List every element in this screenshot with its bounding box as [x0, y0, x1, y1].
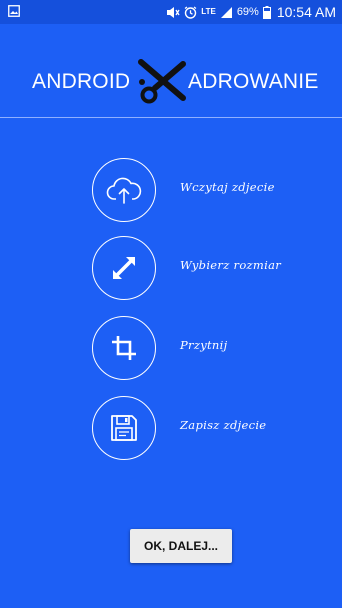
choose-size-item[interactable]: Wybierz rozmiar	[92, 236, 322, 302]
crop-icon	[112, 336, 136, 360]
choose-size-label[interactable]: Wybierz rozmiar	[180, 258, 281, 272]
upload-cloud-icon	[106, 177, 142, 204]
scissors-icon	[138, 59, 186, 104]
choose-size-button[interactable]	[92, 236, 156, 300]
battery-percent: 69%	[236, 6, 259, 18]
crop-button[interactable]	[92, 316, 156, 380]
resize-arrows-icon	[113, 257, 135, 279]
save-photo-label[interactable]: Zapisz zdjecie	[180, 418, 266, 432]
save-floppy-icon	[111, 415, 137, 441]
save-photo-button[interactable]	[92, 396, 156, 460]
ok-next-button[interactable]: OK, DALEJ...	[130, 529, 232, 563]
mute-icon	[167, 6, 180, 18]
signal-strength-icon	[220, 6, 232, 18]
logo-text-left: ANDROID	[32, 70, 131, 93]
status-icons: LTE 69% 10:54 AM	[166, 0, 336, 24]
logo-text-right: ADROWANIE	[188, 70, 319, 93]
status-bar: LTE 69% 10:54 AM	[0, 0, 342, 24]
load-photo-button[interactable]	[92, 158, 156, 222]
app-logo: ANDROID ADROWANIE	[0, 58, 342, 108]
battery-icon	[262, 5, 271, 19]
crop-item[interactable]: Przytnij	[92, 316, 322, 382]
crop-label[interactable]: Przytnij	[180, 338, 227, 352]
load-photo-label[interactable]: Wczytaj zdjecie	[180, 180, 275, 194]
load-photo-item[interactable]: Wczytaj zdjecie	[92, 158, 322, 224]
network-type: LTE	[201, 7, 216, 16]
alarm-clock-icon	[184, 5, 197, 19]
clock: 10:54 AM	[276, 4, 336, 20]
gallery-notification-icon	[8, 5, 20, 17]
save-photo-item[interactable]: Zapisz zdjecie	[92, 396, 322, 462]
header-divider	[0, 117, 342, 118]
